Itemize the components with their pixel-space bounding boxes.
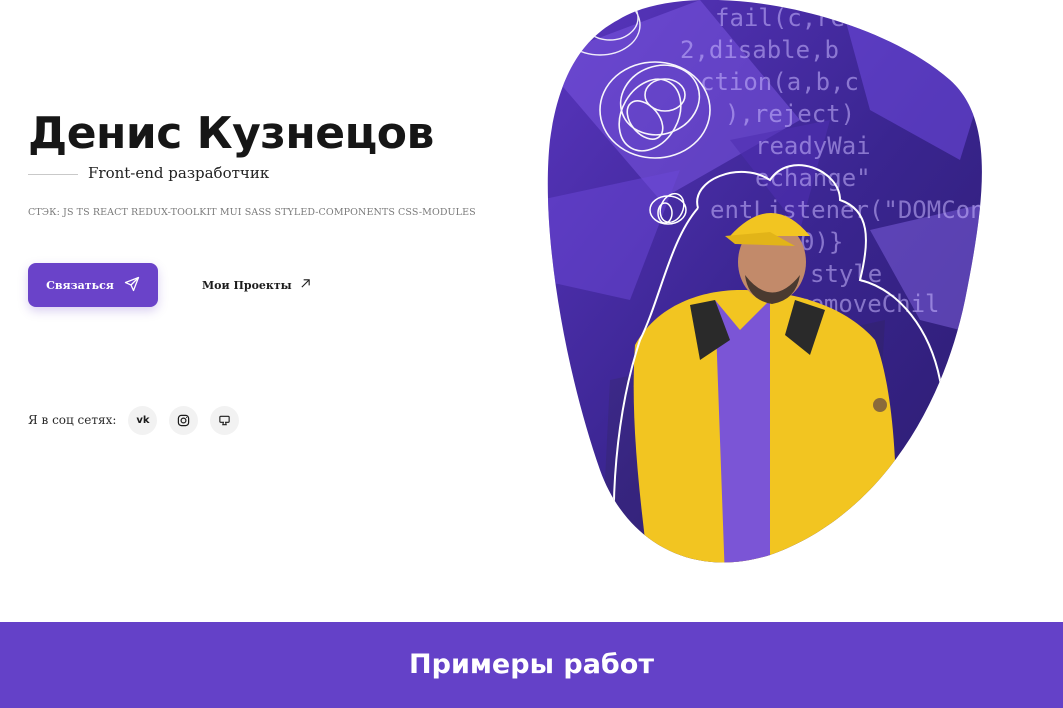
tech-stack: СТЭК: JS TS REACT REDUX-TOOLKIT MUI SASS…	[28, 207, 476, 218]
role-divider	[28, 174, 78, 175]
instagram-icon[interactable]	[169, 405, 199, 435]
social-links: Я в соц сетях: vk	[28, 405, 251, 435]
svg-text:fail(c,re: fail(c,re	[715, 4, 845, 32]
github-icon[interactable]	[210, 405, 240, 435]
works-section: Примеры работ	[0, 622, 1063, 708]
social-label: Я в соц сетях:	[28, 413, 117, 427]
send-icon	[124, 276, 140, 295]
my-projects-label: Мои Проекты	[202, 278, 292, 292]
svg-text:ction(a,b,c: ction(a,b,c	[700, 68, 859, 96]
works-title: Примеры работ	[409, 648, 654, 680]
svg-text:2,disable,b: 2,disable,b	[680, 36, 839, 64]
contact-button[interactable]: Связаться	[28, 263, 158, 307]
profile-photo: fail(c,re 2,disable,b ction(a,b,c ),reje…	[540, 0, 1000, 580]
my-projects-link[interactable]: Мои Проекты	[202, 276, 311, 294]
vk-glyph: vk	[136, 414, 150, 426]
svg-text:readyWai: readyWai	[755, 132, 871, 160]
svg-text:),reject): ),reject)	[725, 100, 855, 128]
hero-name: Денис Кузнецов	[28, 108, 434, 159]
vk-icon[interactable]: vk	[128, 405, 158, 435]
arrow-up-right-icon	[300, 278, 311, 292]
contact-button-label: Связаться	[46, 278, 114, 292]
hero-section: Денис Кузнецов Front-end разработчик СТЭ…	[0, 0, 1063, 622]
hero-role: Front-end разработчик	[88, 164, 270, 182]
